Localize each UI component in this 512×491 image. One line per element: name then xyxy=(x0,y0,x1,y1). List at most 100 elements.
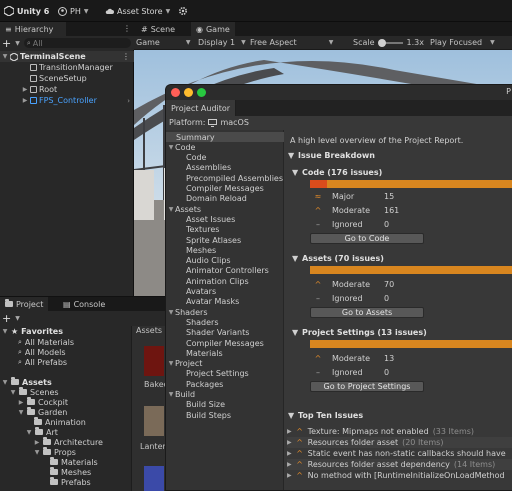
expand-arrow-icon[interactable]: ▼ xyxy=(168,206,174,213)
nav-item[interactable]: Meshes xyxy=(166,245,284,255)
expand-arrow-icon[interactable]: ▶ xyxy=(287,428,292,435)
minimize-button[interactable] xyxy=(184,88,193,97)
top-ten-row[interactable]: ▶ ^ Resources folder asset dependency (14 I… xyxy=(287,459,512,470)
platform-selector[interactable]: Platform: macOS xyxy=(166,116,512,129)
nav-group[interactable]: ▼ Build xyxy=(166,390,284,400)
foldout-arrow-icon[interactable]: ▼ xyxy=(292,168,298,177)
nav-item[interactable]: Packages xyxy=(166,379,284,389)
nav-group[interactable]: ▼ Shaders xyxy=(166,307,284,317)
expand-arrow-icon[interactable]: ▶ xyxy=(287,472,292,479)
asset-thumbnail[interactable] xyxy=(144,346,164,376)
foldout-arrow-icon[interactable]: ▼ xyxy=(288,411,294,420)
hierarchy-search-input[interactable]: ⌕ All xyxy=(23,38,131,48)
nav-item[interactable]: Domain Reload xyxy=(166,194,284,204)
tree-item[interactable]: Meshes xyxy=(50,467,91,477)
expand-arrow-icon[interactable]: ▼ xyxy=(18,409,24,416)
tree-item[interactable]: Animation xyxy=(34,417,86,427)
nav-item[interactable]: Project Settings xyxy=(166,369,284,379)
nav-item[interactable]: Materials xyxy=(166,348,284,358)
foldout-arrow-icon[interactable]: ▼ xyxy=(292,328,298,337)
expand-arrow-icon[interactable]: ▼ xyxy=(10,389,16,396)
nav-group[interactable]: ▼ Code xyxy=(166,142,284,152)
nav-item[interactable]: Compiler Messages xyxy=(166,338,284,348)
top-ten-row[interactable]: ▶ ^ Static event has non-static callbacks … xyxy=(287,448,512,459)
nav-item[interactable]: Compiler Messages xyxy=(166,184,284,194)
nav-group[interactable]: ▼ Project xyxy=(166,359,284,369)
add-icon[interactable]: + xyxy=(2,312,11,325)
scale-slider[interactable] xyxy=(377,38,403,47)
tab-game[interactable]: ◉ Game xyxy=(191,22,235,36)
asset-thumbnail[interactable] xyxy=(144,406,164,436)
expand-arrow-icon[interactable]: ▼ xyxy=(2,379,8,386)
tab-console[interactable]: ▤ Console xyxy=(58,297,110,311)
nav-item[interactable]: Textures xyxy=(166,225,284,235)
foldout-arrow-icon[interactable]: ▼ xyxy=(292,254,298,263)
tab-project-auditor[interactable]: Project Auditor xyxy=(166,100,237,116)
unity-menu[interactable]: Unity 6 xyxy=(4,5,49,17)
account-menu[interactable]: PH ▼ xyxy=(58,5,88,17)
expand-arrow-icon[interactable]: ▶ xyxy=(18,399,24,406)
chevron-down-icon[interactable]: ▼ xyxy=(15,315,20,322)
expand-arrow-icon[interactable]: ▼ xyxy=(168,391,174,398)
tree-item[interactable]: ▶ Architecture xyxy=(34,437,103,447)
tree-item[interactable]: ▼ Scenes xyxy=(10,387,59,397)
play-mode-dropdown[interactable]: Play Focused ▼ xyxy=(430,38,495,47)
expand-arrow-icon[interactable]: ▶ xyxy=(287,439,292,446)
expand-arrow-icon[interactable]: ▼ xyxy=(2,53,8,60)
display-dropdown[interactable]: Display 1 ▼ xyxy=(198,38,246,47)
top-ten-row[interactable]: ▶ ^ Resources folder asset (20 Items) xyxy=(287,437,512,448)
expand-arrow-icon[interactable]: ▶ xyxy=(287,450,292,457)
nav-item[interactable]: Animation Clips xyxy=(166,276,284,286)
foldout-arrow-icon[interactable]: ▼ xyxy=(288,151,294,160)
nav-item[interactable]: Audio Clips xyxy=(166,256,284,266)
tree-item[interactable]: ▼ Assets xyxy=(2,377,52,387)
expand-arrow-icon[interactable]: ▶ xyxy=(34,439,40,446)
tab-hierarchy[interactable]: ≡ Hierarchy xyxy=(0,22,66,36)
nav-item[interactable]: Build Size xyxy=(166,400,284,410)
favorites-row[interactable]: ▼ ★ Favorites xyxy=(2,326,63,336)
nav-group[interactable]: ▼ Assets xyxy=(166,204,284,214)
nav-item[interactable]: Sprite Atlases xyxy=(166,235,284,245)
expand-arrow-icon[interactable]: ▼ xyxy=(2,328,8,335)
nav-item[interactable]: Animator Controllers xyxy=(166,266,284,276)
nav-item[interactable]: Code xyxy=(166,153,284,163)
settings-button[interactable] xyxy=(178,5,188,17)
hierarchy-item[interactable]: ▶ Root xyxy=(0,84,57,95)
favorite-item[interactable]: ⌕ All Prefabs xyxy=(18,357,67,367)
top-ten-row[interactable]: ▶ ^ No method with [RuntimeInitializeOnLoa… xyxy=(287,470,512,481)
slider-thumb[interactable] xyxy=(377,38,386,47)
go-to-project-settings-button[interactable]: Go to Project Settings xyxy=(310,381,424,392)
hierarchy-item[interactable]: TransitionManager xyxy=(0,62,113,73)
tree-item[interactable]: ▼ Garden xyxy=(18,407,67,417)
go-to-code-button[interactable]: Go to Code xyxy=(310,233,424,244)
tree-item[interactable]: Materials xyxy=(50,457,98,467)
close-button[interactable] xyxy=(171,88,180,97)
tree-item[interactable]: Prefabs xyxy=(50,477,91,487)
nav-item[interactable]: Avatars xyxy=(166,287,284,297)
maximize-button[interactable] xyxy=(197,88,206,97)
favorite-item[interactable]: ⌕ All Materials xyxy=(18,337,74,347)
expand-arrow-icon[interactable]: ▶ xyxy=(22,86,28,93)
chevron-down-icon[interactable]: ▼ xyxy=(15,40,20,47)
expand-arrow-icon[interactable]: ▼ xyxy=(168,144,174,151)
aspect-dropdown[interactable]: Free Aspect ▼ xyxy=(250,38,333,47)
nav-item[interactable]: Precompiled Assemblies xyxy=(166,173,284,183)
nav-item[interactable]: Assemblies xyxy=(166,163,284,173)
hierarchy-item[interactable]: SceneSetup xyxy=(0,73,87,84)
window-titlebar[interactable]: P xyxy=(166,85,512,100)
expand-arrow-icon[interactable]: ▼ xyxy=(26,429,32,436)
expand-arrow-icon[interactable]: ▼ xyxy=(34,449,40,456)
tab-scene[interactable]: # Scene xyxy=(136,22,180,36)
expand-arrow-icon[interactable]: ▶ xyxy=(22,97,28,104)
add-icon[interactable]: + xyxy=(2,37,11,50)
chevron-right-icon[interactable]: › xyxy=(127,97,130,105)
tab-project[interactable]: Project xyxy=(0,297,49,311)
nav-item[interactable]: Asset Issues xyxy=(166,214,284,224)
nav-item[interactable]: Build Steps xyxy=(166,410,284,420)
nav-item[interactable]: Shader Variants xyxy=(166,328,284,338)
expand-arrow-icon[interactable]: ▶ xyxy=(287,461,292,468)
game-mode-dropdown[interactable]: Game ▼ xyxy=(136,38,190,47)
top-ten-row[interactable]: ▶ ^ Texture: Mipmaps not enabled (33 Items) xyxy=(287,426,512,437)
tree-item[interactable]: ▼ Art xyxy=(26,427,58,437)
expand-arrow-icon[interactable]: ▼ xyxy=(168,309,174,316)
